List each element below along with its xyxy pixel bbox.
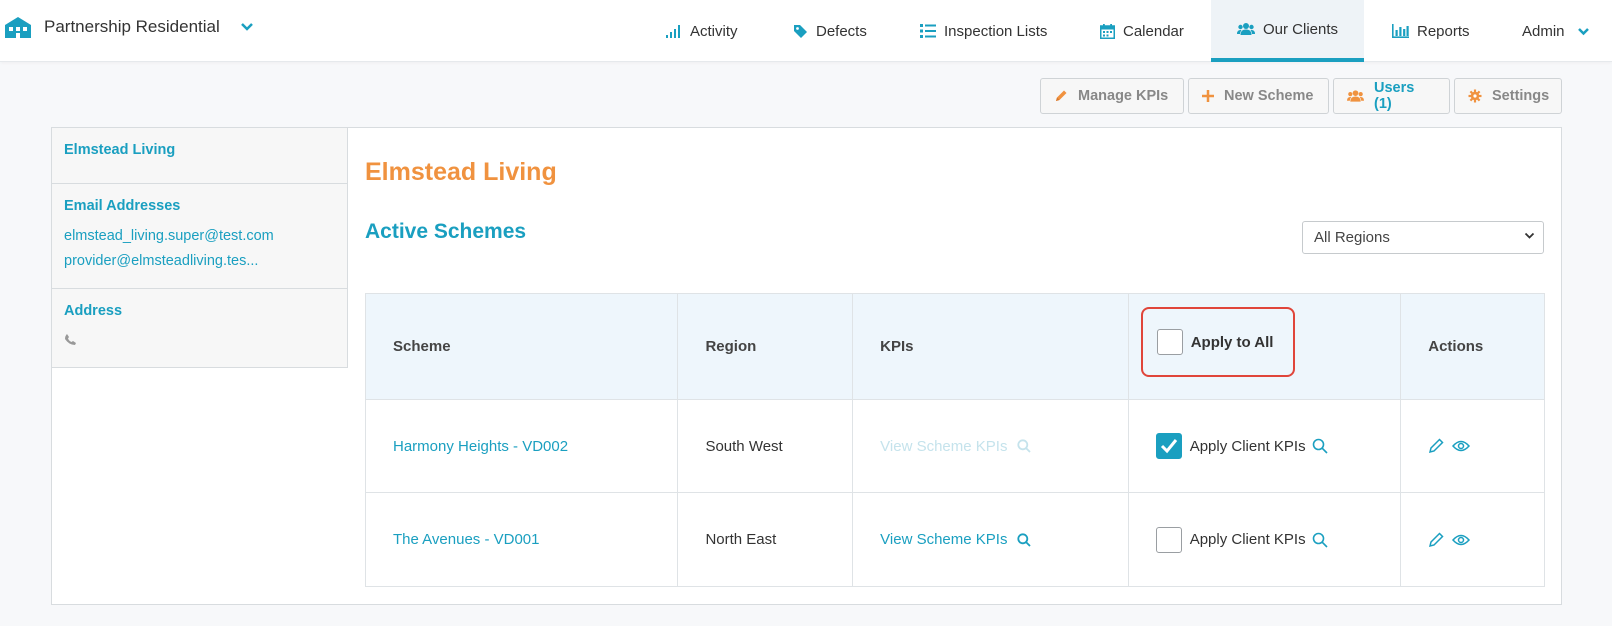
chevron-down-icon xyxy=(1524,232,1535,240)
sidebar-client-name: Elmstead Living xyxy=(64,142,176,158)
region-cell: North East xyxy=(678,493,854,586)
region-cell: South West xyxy=(678,400,854,492)
nav-activity-label: Activity xyxy=(690,22,738,40)
nav-defects[interactable]: Defects xyxy=(793,0,867,62)
pencil-icon xyxy=(1054,89,1068,103)
header-kpis: KPIs xyxy=(853,294,1129,399)
manage-kpis-label: Manage KPIs xyxy=(1078,88,1169,104)
apply-to-all-label: Apply to All xyxy=(1190,333,1274,351)
manage-kpis-button[interactable]: Manage KPIs xyxy=(1040,78,1184,114)
nav-our-clients-label: Our Clients xyxy=(1262,20,1339,38)
nav-reports-label: Reports xyxy=(1417,22,1470,40)
nav-defects-label: Defects xyxy=(816,22,867,40)
apply-to-all-highlight: Apply to All xyxy=(1140,307,1295,377)
users-icon xyxy=(1347,89,1364,103)
phone-icon xyxy=(64,333,335,346)
schemes-table: Scheme Region KPIs Apply to All Actions … xyxy=(365,293,1545,587)
view-eye-icon[interactable] xyxy=(1452,439,1471,453)
search-icon[interactable] xyxy=(1312,532,1328,548)
region-filter-value: All Regions xyxy=(1314,229,1390,246)
actions-cell xyxy=(1401,493,1544,586)
scheme-link[interactable]: The Avenues - VD001 xyxy=(393,531,539,548)
scheme-cell: Harmony Heights - VD002 xyxy=(366,400,679,492)
apply-client-kpis-cell: Apply Client KPIs xyxy=(1129,400,1402,492)
view-scheme-kpis-link[interactable]: View Scheme KPIs xyxy=(880,531,1032,548)
gear-icon xyxy=(1468,89,1482,103)
scheme-link[interactable]: Harmony Heights - VD002 xyxy=(393,438,568,455)
nav-admin-label: Admin xyxy=(1522,22,1565,40)
scheme-cell: The Avenues - VD001 xyxy=(366,493,679,586)
brand-switcher[interactable]: Partnership Residential xyxy=(4,14,254,40)
kpis-cell: View Scheme KPIs xyxy=(853,493,1129,586)
region-filter-select[interactable]: All Regions xyxy=(1302,221,1544,254)
client-sidebar: Elmstead Living Email Addresses elmstead… xyxy=(52,128,348,368)
edit-pencil-icon[interactable] xyxy=(1428,438,1444,454)
apply-to-all-checkbox[interactable] xyxy=(1156,329,1183,355)
view-scheme-kpis-link: View Scheme KPIs xyxy=(880,437,1032,455)
nav-admin-menu[interactable]: Admin xyxy=(1522,0,1590,62)
nav-calendar[interactable]: Calendar xyxy=(1100,0,1184,62)
apply-client-kpis-checkbox[interactable] xyxy=(1155,433,1182,459)
new-scheme-button[interactable]: New Scheme xyxy=(1188,78,1329,114)
header-scheme: Scheme xyxy=(366,294,679,399)
sidebar-address-section: Address xyxy=(52,289,347,367)
chevron-down-icon xyxy=(240,22,254,32)
brand-name: Partnership Residential xyxy=(44,17,220,36)
search-icon[interactable] xyxy=(1312,438,1328,454)
apply-client-kpis-label: Apply Client KPIs xyxy=(1189,531,1306,548)
header-apply-to-all: Apply to All xyxy=(1129,294,1402,399)
calendar-icon xyxy=(1100,23,1115,39)
users-label: Users (1) xyxy=(1374,80,1415,112)
checkmark-icon xyxy=(1160,439,1177,454)
settings-button[interactable]: Settings xyxy=(1454,78,1562,114)
plus-icon xyxy=(1202,90,1214,102)
table-row: The Avenues - VD001 North East View Sche… xyxy=(366,493,1544,586)
email-link[interactable]: elmstead_living.super@test.com xyxy=(64,228,334,244)
table-row: Harmony Heights - VD002 South West View … xyxy=(366,400,1544,493)
settings-label: Settings xyxy=(1492,88,1550,104)
list-icon xyxy=(920,24,936,38)
active-schemes-heading: Active Schemes xyxy=(365,220,527,243)
kpis-cell: View Scheme KPIs xyxy=(853,400,1129,492)
view-scheme-kpis-label: View Scheme KPIs xyxy=(880,437,1008,455)
apply-client-kpis-label: Apply Client KPIs xyxy=(1189,437,1306,455)
signal-bars-icon xyxy=(666,24,682,38)
new-scheme-label: New Scheme xyxy=(1224,88,1314,104)
edit-pencil-icon[interactable] xyxy=(1428,531,1444,548)
email-link[interactable]: provider@elmsteadliving.tes... xyxy=(64,253,334,269)
view-scheme-kpis-label: View Scheme KPIs xyxy=(880,531,1008,548)
email-addresses-heading: Email Addresses xyxy=(64,198,181,214)
nav-inspection-lists-label: Inspection Lists xyxy=(944,22,1048,40)
sidebar-email-section: Email Addresses elmstead_living.super@te… xyxy=(52,184,347,289)
nav-inspection-lists[interactable]: Inspection Lists xyxy=(920,0,1047,62)
header-actions: Actions xyxy=(1428,338,1484,355)
apply-client-kpis-checkbox[interactable] xyxy=(1155,526,1182,553)
bar-chart-icon xyxy=(1392,24,1409,38)
actions-cell xyxy=(1401,400,1544,492)
tag-icon xyxy=(793,24,808,39)
search-icon xyxy=(1017,532,1032,547)
client-title: Elmstead Living xyxy=(365,158,557,186)
view-eye-icon[interactable] xyxy=(1452,533,1471,547)
address-heading: Address xyxy=(64,303,123,319)
search-icon xyxy=(1017,439,1032,453)
header-region: Region xyxy=(678,294,854,399)
chevron-down-icon xyxy=(1577,27,1590,36)
nav-activity[interactable]: Activity xyxy=(666,0,738,62)
users-icon xyxy=(1236,22,1255,36)
top-navigation: Partnership Residential Activity Defects… xyxy=(0,0,1612,62)
nav-calendar-label: Calendar xyxy=(1123,22,1184,40)
client-panel: Elmstead Living Email Addresses elmstead… xyxy=(51,127,1562,605)
sidebar-client-section: Elmstead Living xyxy=(52,128,347,184)
nav-our-clients[interactable]: Our Clients xyxy=(1211,0,1364,62)
building-logo-icon xyxy=(4,14,32,40)
apply-client-kpis-cell: Apply Client KPIs xyxy=(1129,493,1402,586)
users-button[interactable]: Users (1) xyxy=(1333,78,1450,114)
nav-reports[interactable]: Reports xyxy=(1392,0,1470,62)
table-header-row: Scheme Region KPIs Apply to All Actions xyxy=(366,294,1544,400)
